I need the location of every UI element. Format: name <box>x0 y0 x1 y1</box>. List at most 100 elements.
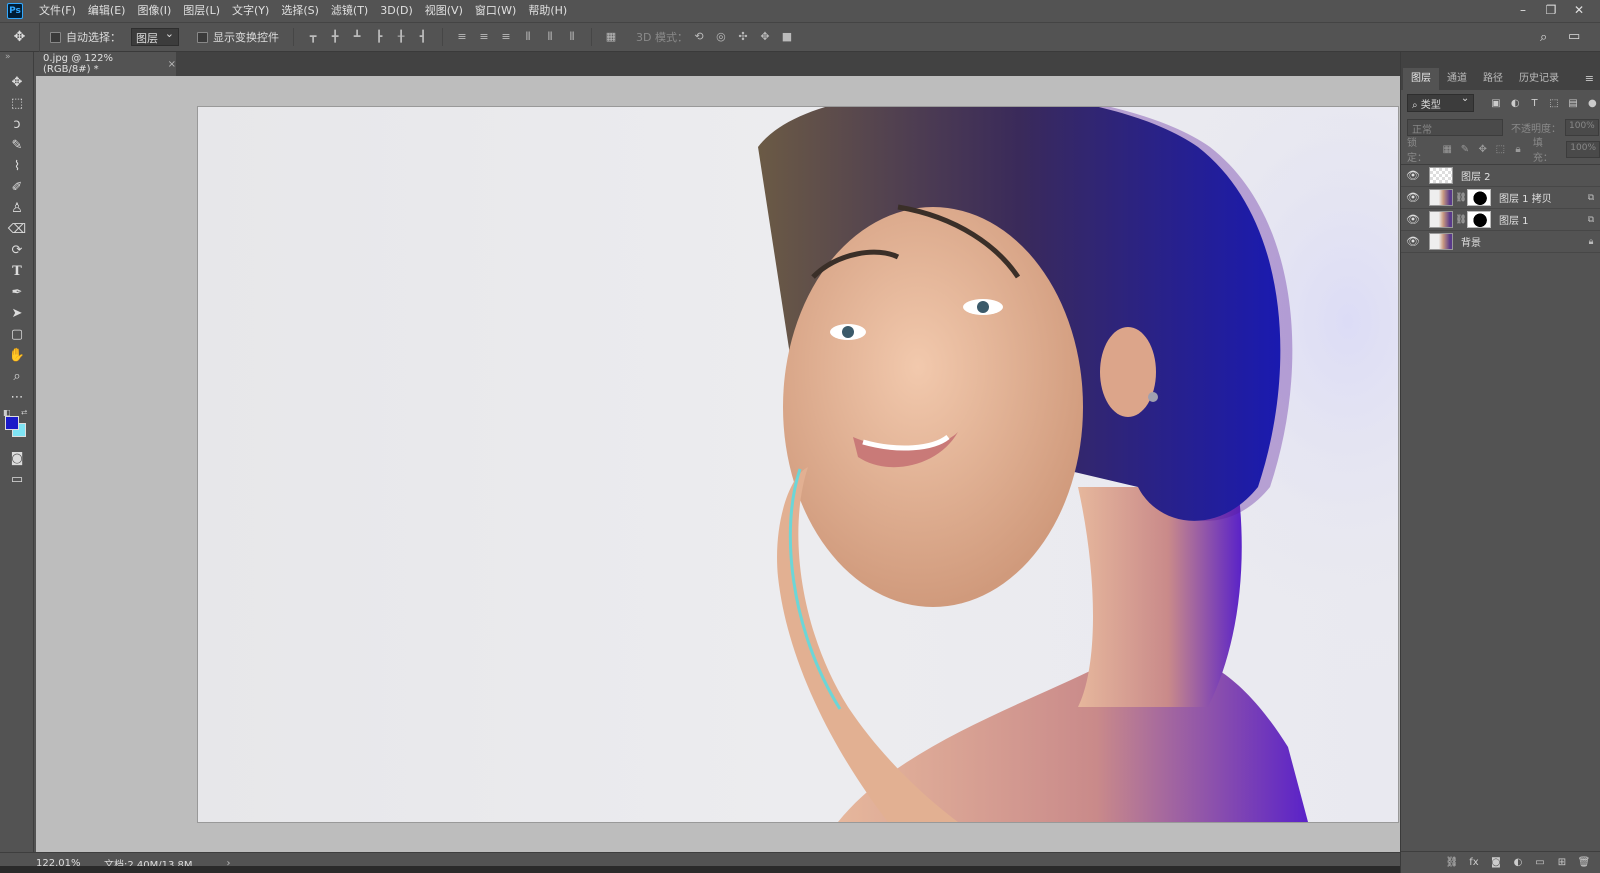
distribute-top-icon[interactable]: ≡ <box>455 30 469 44</box>
workspace-icon[interactable]: ▭ <box>1568 29 1580 44</box>
layer-row[interactable]: 👁︎ 背景 🔒︎ <box>1401 231 1600 253</box>
tab-paths[interactable]: 路径 <box>1475 68 1511 90</box>
path-select-tool-icon[interactable]: ➤ <box>0 303 34 324</box>
swap-colors-icon[interactable]: ⮂ <box>21 408 27 418</box>
menu-filter[interactable]: 滤镜(T) <box>325 0 374 22</box>
menu-3d[interactable]: 3D(D) <box>374 0 419 22</box>
menu-select[interactable]: 选择(S) <box>275 0 325 22</box>
align-right-icon[interactable]: ┫ <box>416 30 430 44</box>
filter-toggle-icon[interactable]: ● <box>1585 98 1600 109</box>
menu-type[interactable]: 文字(Y) <box>226 0 275 22</box>
filter-adjustment-icon[interactable]: ◐ <box>1508 98 1523 109</box>
pen-tool-icon[interactable]: ✒ <box>0 282 34 303</box>
type-tool-icon[interactable]: T <box>0 261 34 282</box>
panel-menu-icon[interactable]: ≡ <box>1585 68 1594 90</box>
eraser-tool-icon[interactable]: ⌫ <box>0 219 34 240</box>
distribute-bottom-icon[interactable]: ≡ <box>499 30 513 44</box>
stamp-tool-icon[interactable]: ♙ <box>0 198 34 219</box>
search-icon[interactable]: ⌕ <box>1540 30 1547 45</box>
tab-layers[interactable]: 图层 <box>1403 68 1439 90</box>
mask-link-icon[interactable]: ⛓ <box>1455 215 1467 225</box>
filter-smart-object-icon[interactable]: ▤ <box>1565 98 1580 109</box>
color-swatches[interactable]: ◧ ⮂ <box>0 408 34 448</box>
new-group-icon[interactable]: ▭ <box>1529 857 1551 868</box>
visibility-eye-icon[interactable]: 👁︎ <box>1401 235 1425 248</box>
close-icon[interactable]: ✕ <box>1566 0 1592 22</box>
link-layers-icon[interactable]: ⛓ <box>1441 857 1463 868</box>
align-vcenter-icon[interactable]: ╋ <box>328 30 342 44</box>
layer-filter-dropdown[interactable]: ⌕ 类型 <box>1407 93 1475 112</box>
auto-select-checkbox[interactable] <box>50 31 61 43</box>
shape-tool-icon[interactable]: ▢ <box>0 324 34 345</box>
layer-style-icon[interactable]: fx <box>1463 857 1485 868</box>
blend-mode-dropdown[interactable]: 正常 <box>1407 118 1503 136</box>
new-adjustment-icon[interactable]: ◐ <box>1507 857 1529 868</box>
document-image[interactable] <box>198 107 1398 822</box>
layer-row[interactable]: 👁︎ 图层 2 <box>1401 165 1600 187</box>
align-top-icon[interactable]: ┳ <box>306 30 320 44</box>
lock-position-icon[interactable]: ✥ <box>1476 144 1490 155</box>
tab-history[interactable]: 历史记录 <box>1511 68 1567 90</box>
foreground-color[interactable] <box>5 416 19 430</box>
brush-tool-icon[interactable]: ✐ <box>0 177 34 198</box>
auto-select-dropdown[interactable]: 图层 <box>131 27 179 46</box>
roll-3d-icon[interactable]: ◎ <box>714 30 728 44</box>
show-transform-checkbox[interactable] <box>197 31 208 43</box>
fill-field[interactable]: 100% <box>1566 140 1600 158</box>
distribute-hcenter-icon[interactable]: ⦀ <box>543 30 557 44</box>
menu-edit[interactable]: 编辑(E) <box>82 0 132 22</box>
tab-channels[interactable]: 通道 <box>1439 68 1475 90</box>
visibility-eye-icon[interactable]: 👁︎ <box>1401 213 1425 226</box>
marquee-tool-icon[interactable]: ⬚ <box>0 93 34 114</box>
add-mask-icon[interactable]: ◙ <box>1485 857 1507 868</box>
lock-all-icon[interactable]: 🔒︎ <box>1511 144 1525 155</box>
lock-artboard-icon[interactable]: ⬚ <box>1493 144 1507 155</box>
filter-type-icon[interactable]: T <box>1527 98 1542 109</box>
hand-tool-icon[interactable]: ✋ <box>0 345 34 366</box>
screen-mode-icon[interactable]: ▭ <box>0 469 34 490</box>
lock-transparent-icon[interactable]: ▦ <box>1440 144 1454 155</box>
layer-row[interactable]: 👁︎ ⛓ 图层 1 ⧉ <box>1401 209 1600 231</box>
drag-3d-icon[interactable]: ✣ <box>736 30 750 44</box>
menu-view[interactable]: 视图(V) <box>419 0 469 22</box>
auto-align-icon[interactable]: ▦ <box>604 30 618 44</box>
align-hcenter-icon[interactable]: ╂ <box>394 30 408 44</box>
quick-select-tool-icon[interactable]: ✎ <box>0 135 34 156</box>
filter-shape-icon[interactable]: ⬚ <box>1546 98 1561 109</box>
opacity-field[interactable]: 100% <box>1565 118 1599 136</box>
document-tab[interactable]: 0.jpg @ 122%(RGB/8#) * × <box>36 52 176 76</box>
mask-link-icon[interactable]: ⛓ <box>1455 193 1467 203</box>
zoom-tool-icon[interactable]: ⌕ <box>0 366 34 387</box>
more-tools-icon[interactable]: ⋯ <box>0 387 34 408</box>
layer-row[interactable]: 👁︎ ⛓ 图层 1 拷贝 ⧉ <box>1401 187 1600 209</box>
slide-3d-icon[interactable]: ✥ <box>758 30 772 44</box>
align-bottom-icon[interactable]: ┻ <box>350 30 364 44</box>
distribute-left-icon[interactable]: ⦀ <box>521 30 535 44</box>
new-layer-icon[interactable]: ⊞ <box>1551 857 1573 868</box>
layer-mask-thumbnail[interactable] <box>1467 189 1491 206</box>
restore-icon[interactable]: ❐ <box>1538 0 1564 22</box>
toolbar-grip-icon[interactable]: » <box>0 52 33 72</box>
scale-3d-icon[interactable]: ■ <box>780 30 794 44</box>
close-tab-icon[interactable]: × <box>168 59 176 70</box>
align-left-icon[interactable]: ┣ <box>372 30 386 44</box>
visibility-eye-icon[interactable]: 👁︎ <box>1401 191 1425 204</box>
quick-mask-icon[interactable]: ◙ <box>0 448 34 469</box>
history-brush-tool-icon[interactable]: ⟳ <box>0 240 34 261</box>
minimize-icon[interactable]: – <box>1510 0 1536 22</box>
eyedropper-tool-icon[interactable]: ⌇ <box>0 156 34 177</box>
layer-mask-thumbnail[interactable] <box>1467 211 1491 228</box>
delete-layer-icon[interactable]: 🗑︎ <box>1573 857 1595 868</box>
lock-pixels-icon[interactable]: ✎ <box>1458 144 1472 155</box>
lasso-tool-icon[interactable]: ↄ <box>0 114 34 135</box>
distribute-vcenter-icon[interactable]: ≡ <box>477 30 491 44</box>
visibility-eye-icon[interactable]: 👁︎ <box>1401 169 1425 182</box>
menu-help[interactable]: 帮助(H) <box>522 0 573 22</box>
orbit-3d-icon[interactable]: ⟲ <box>692 30 706 44</box>
menu-image[interactable]: 图像(I) <box>131 0 177 22</box>
distribute-right-icon[interactable]: ⦀ <box>565 30 579 44</box>
move-tool-preset-icon[interactable]: ✥ <box>0 22 40 52</box>
menu-layer[interactable]: 图层(L) <box>177 0 226 22</box>
filter-pixel-icon[interactable]: ▣ <box>1488 98 1503 109</box>
canvas-area[interactable] <box>36 76 1400 852</box>
